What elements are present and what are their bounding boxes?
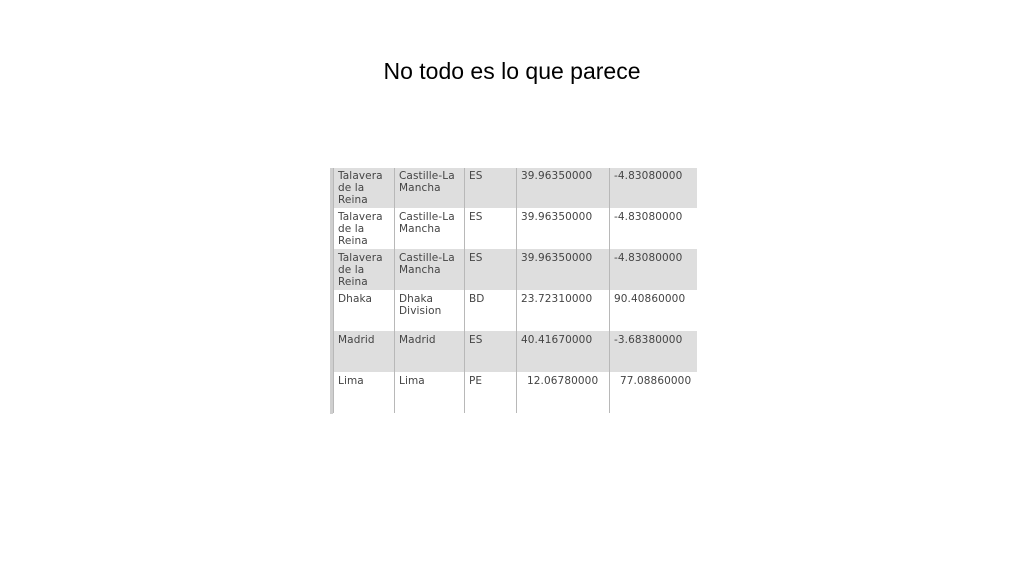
cell-city: Lima bbox=[333, 372, 395, 413]
table-row: Madrid Madrid ES 40.41670000 -3.68380000 bbox=[333, 331, 697, 372]
cell-latitude: 23.72310000 bbox=[516, 290, 610, 331]
cell-region: Dhaka Division bbox=[394, 290, 465, 331]
table-row: Talavera de la Reina Castille-La Mancha … bbox=[333, 249, 697, 290]
data-table-viewport: Talavera de la Reina Castille-La Mancha … bbox=[330, 168, 697, 414]
cell-city: Talavera de la Reina bbox=[333, 208, 395, 249]
cell-longitude: -3.68380000 bbox=[609, 331, 697, 372]
cell-region: Castille-La Mancha bbox=[394, 168, 465, 208]
cell-city: Dhaka bbox=[333, 290, 395, 331]
cell-city: Talavera de la Reina bbox=[333, 168, 395, 208]
cell-city: Talavera de la Reina bbox=[333, 249, 395, 290]
cell-region: Castille-La Mancha bbox=[394, 249, 465, 290]
cell-longitude: 90.40860000 bbox=[609, 290, 697, 331]
cell-region: Lima bbox=[394, 372, 465, 413]
table-row: Talavera de la Reina Castille-La Mancha … bbox=[333, 168, 697, 208]
cell-country: ES bbox=[464, 168, 517, 208]
cell-latitude: 39.96350000 bbox=[516, 208, 610, 249]
cell-longitude: -4.83080000 bbox=[609, 168, 697, 208]
cell-latitude: 12.06780000 bbox=[516, 372, 610, 413]
table-row: Dhaka Dhaka Division BD 23.72310000 90.4… bbox=[333, 290, 697, 331]
cell-latitude: 40.41670000 bbox=[516, 331, 610, 372]
cell-country: ES bbox=[464, 249, 517, 290]
cell-latitude: 39.96350000 bbox=[516, 168, 610, 208]
cell-latitude: 39.96350000 bbox=[516, 249, 610, 290]
cell-longitude: -4.83080000 bbox=[609, 249, 697, 290]
cell-country: BD bbox=[464, 290, 517, 331]
cell-region: Madrid bbox=[394, 331, 465, 372]
cell-city: Madrid bbox=[333, 331, 395, 372]
data-table: Talavera de la Reina Castille-La Mancha … bbox=[333, 168, 697, 413]
cell-country: ES bbox=[464, 208, 517, 249]
table-row: Lima Lima PE 12.06780000 77.08860000 bbox=[333, 372, 697, 413]
slide-title: No todo es lo que parece bbox=[383, 58, 641, 84]
cell-longitude: -4.83080000 bbox=[609, 208, 697, 249]
cell-country: ES bbox=[464, 331, 517, 372]
cell-longitude: 77.08860000 bbox=[609, 372, 697, 413]
cell-region: Castille-La Mancha bbox=[394, 208, 465, 249]
table-row: Talavera de la Reina Castille-La Mancha … bbox=[333, 208, 697, 249]
cell-country: PE bbox=[464, 372, 517, 413]
